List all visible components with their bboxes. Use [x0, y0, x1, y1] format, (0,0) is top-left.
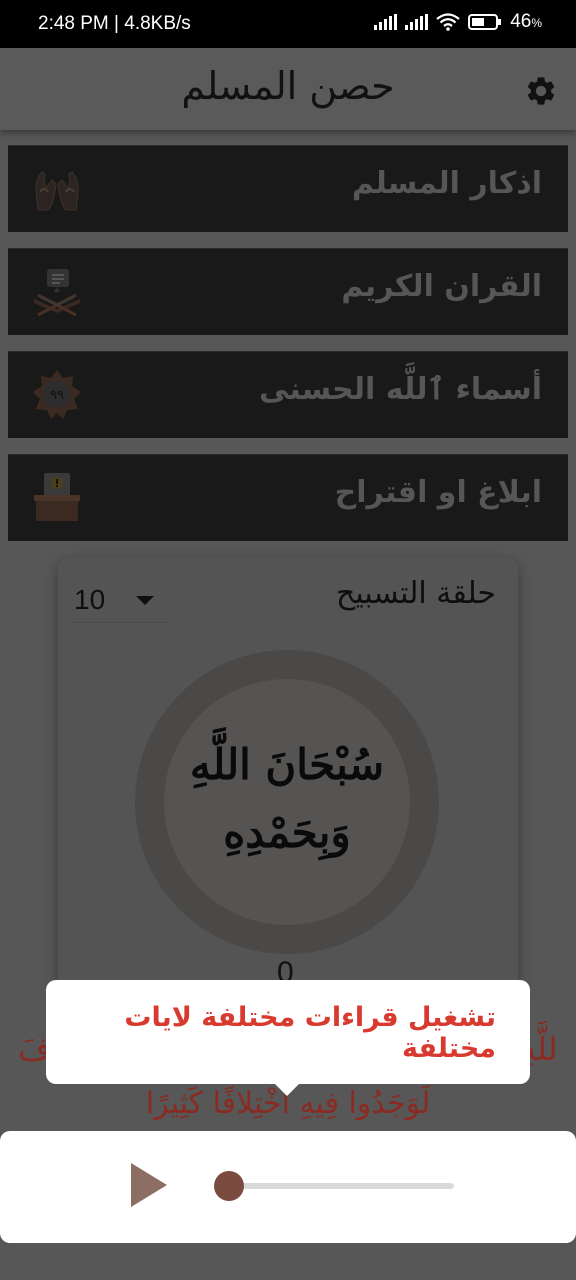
tooltip-text: تشغيل قراءات مختلفة لايات مختلفة	[124, 1002, 496, 1064]
menu-item-azkar[interactable]: اذكار المسلم	[8, 145, 568, 232]
chevron-down-icon	[136, 596, 154, 605]
count-value: 10	[74, 584, 106, 615]
dhikr-line-2: وَبِحَمْدِهِ	[223, 808, 351, 857]
tasbeeh-ring-button[interactable]: سُبْحَانَ اللَّهِ وَبِحَمْدِهِ	[135, 650, 439, 954]
ninety-nine-names-icon: ٩٩	[33, 370, 81, 419]
menu-item-label: القران الكريم	[341, 269, 542, 304]
status-time: 2:48 PM | 4.8KB/s	[38, 13, 191, 34]
menu-item-report[interactable]: ابلاغ او اقتراح	[8, 454, 568, 541]
tooltip: تشغيل قراءات مختلفة لايات مختلفة	[46, 980, 530, 1096]
battery-percent: 46%	[510, 11, 542, 32]
praying-hands-icon	[35, 171, 79, 211]
menu-item-label: ابلاغ او اقتراح	[334, 475, 542, 510]
seek-thumb[interactable]	[214, 1171, 244, 1201]
menu-item-quran[interactable]: القران الكريم	[8, 248, 568, 335]
seek-bar[interactable]	[228, 1183, 454, 1189]
play-icon[interactable]	[131, 1163, 167, 1207]
audio-player	[0, 1131, 576, 1243]
dhikr-line-1: سُبْحَانَ اللَّهِ	[189, 740, 385, 789]
tooltip-arrow	[273, 1082, 301, 1096]
wifi-icon	[436, 13, 460, 31]
battery-icon	[468, 14, 502, 30]
tasbeeh-card: حلقة التسبيح 10 سُبْحَانَ اللَّهِ وَبِحَ…	[58, 558, 518, 1008]
status-icons: 46%	[374, 11, 542, 33]
signal-icon	[405, 14, 429, 30]
app-bar: حصن المسلم	[0, 48, 576, 130]
report-box-icon	[34, 473, 80, 521]
menu-item-names[interactable]: أسماء ٱللَّه الحسنى ٩٩	[8, 351, 568, 438]
gear-icon[interactable]	[524, 74, 558, 108]
menu-item-label: اذكار المسلم	[351, 166, 542, 201]
signal-icon	[374, 14, 398, 30]
status-bar: 2:48 PM | 4.8KB/s 46%	[0, 0, 576, 48]
count-dropdown[interactable]: 10	[72, 578, 166, 623]
quran-icon	[34, 269, 80, 317]
tasbeeh-title: حلقة التسبيح	[335, 576, 496, 611]
page-title: حصن المسلم	[181, 64, 395, 108]
svg-text:٩٩: ٩٩	[50, 388, 64, 403]
menu-item-label: أسماء ٱللَّه الحسنى	[259, 372, 542, 407]
dhikr-text: سُبْحَانَ اللَّهِ وَبِحَمْدِهِ	[164, 731, 410, 867]
